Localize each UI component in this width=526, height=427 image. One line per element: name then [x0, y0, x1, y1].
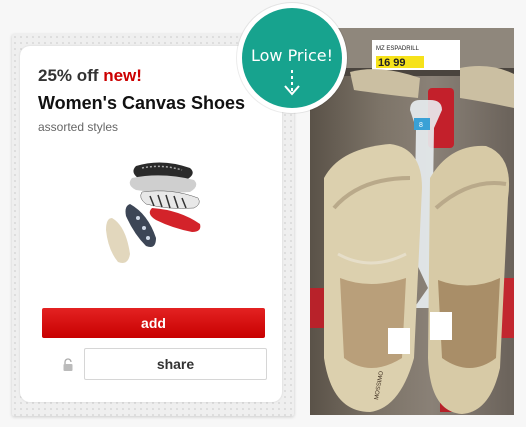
price-tag-price: 16 99: [378, 57, 406, 69]
arrow-down-icon: [284, 70, 300, 96]
lock-icon[interactable]: [62, 358, 74, 372]
red-shoe: [149, 208, 201, 232]
page: 25% off new! Women's Canvas Shoes assort…: [0, 0, 526, 427]
hanger-number: 8: [419, 122, 423, 129]
offer-headline: 25% off new!: [38, 66, 142, 86]
in-store-photo: MZ ESPADRILL 16 99 8 MOSSIMO: [310, 28, 514, 415]
shoes-product-image: [106, 162, 201, 263]
tan-shoe: [106, 218, 130, 263]
badge-text: Low Price!: [250, 46, 334, 65]
low-price-badge: Low Price!: [237, 3, 347, 113]
discount-text: 25% off: [38, 66, 99, 85]
share-button[interactable]: share: [84, 348, 267, 380]
product-title: Women's Canvas Shoes: [38, 93, 246, 113]
add-button[interactable]: add: [42, 308, 265, 338]
product-subtitle: assorted styles: [38, 120, 119, 134]
new-label: new!: [103, 66, 142, 85]
offer-card: 25% off new! Women's Canvas Shoes assort…: [20, 46, 282, 402]
price-tag-brand: MZ ESPADRILL: [376, 46, 420, 52]
